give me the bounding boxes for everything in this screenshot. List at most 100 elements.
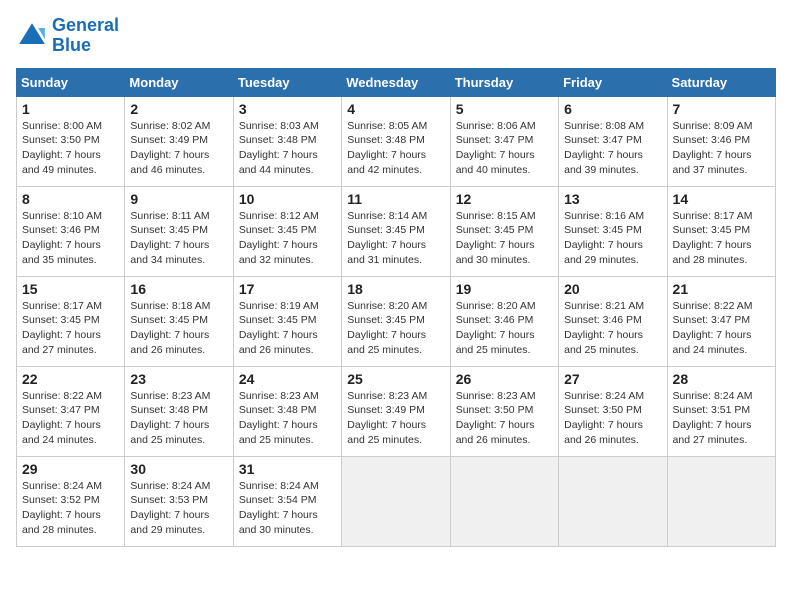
day-info: Sunrise: 8:09 AM Sunset: 3:46 PM Dayligh… <box>673 119 770 178</box>
calendar-header-row: SundayMondayTuesdayWednesdayThursdayFrid… <box>17 68 776 96</box>
day-number: 12 <box>456 191 553 207</box>
calendar-day-cell: 13 Sunrise: 8:16 AM Sunset: 3:45 PM Dayl… <box>559 186 667 276</box>
day-number: 3 <box>239 101 336 117</box>
day-number: 16 <box>130 281 227 297</box>
logo-icon <box>16 20 48 52</box>
day-info: Sunrise: 8:24 AM Sunset: 3:51 PM Dayligh… <box>673 389 770 448</box>
day-number: 9 <box>130 191 227 207</box>
day-info: Sunrise: 8:19 AM Sunset: 3:45 PM Dayligh… <box>239 299 336 358</box>
calendar-week-row: 22 Sunrise: 8:22 AM Sunset: 3:47 PM Dayl… <box>17 366 776 456</box>
calendar-day-cell: 7 Sunrise: 8:09 AM Sunset: 3:46 PM Dayli… <box>667 96 775 186</box>
day-number: 4 <box>347 101 444 117</box>
day-info: Sunrise: 8:21 AM Sunset: 3:46 PM Dayligh… <box>564 299 661 358</box>
calendar-day-cell <box>342 456 450 546</box>
day-number: 11 <box>347 191 444 207</box>
calendar-table: SundayMondayTuesdayWednesdayThursdayFrid… <box>16 68 776 547</box>
calendar-day-cell: 5 Sunrise: 8:06 AM Sunset: 3:47 PM Dayli… <box>450 96 558 186</box>
day-info: Sunrise: 8:10 AM Sunset: 3:46 PM Dayligh… <box>22 209 119 268</box>
day-number: 15 <box>22 281 119 297</box>
day-of-week-header: Friday <box>559 68 667 96</box>
day-number: 28 <box>673 371 770 387</box>
calendar-day-cell: 17 Sunrise: 8:19 AM Sunset: 3:45 PM Dayl… <box>233 276 341 366</box>
calendar-day-cell: 16 Sunrise: 8:18 AM Sunset: 3:45 PM Dayl… <box>125 276 233 366</box>
day-number: 22 <box>22 371 119 387</box>
day-number: 5 <box>456 101 553 117</box>
day-info: Sunrise: 8:03 AM Sunset: 3:48 PM Dayligh… <box>239 119 336 178</box>
calendar-day-cell: 19 Sunrise: 8:20 AM Sunset: 3:46 PM Dayl… <box>450 276 558 366</box>
day-number: 27 <box>564 371 661 387</box>
day-number: 2 <box>130 101 227 117</box>
calendar-day-cell: 29 Sunrise: 8:24 AM Sunset: 3:52 PM Dayl… <box>17 456 125 546</box>
calendar-day-cell <box>450 456 558 546</box>
calendar-day-cell: 23 Sunrise: 8:23 AM Sunset: 3:48 PM Dayl… <box>125 366 233 456</box>
calendar-day-cell: 10 Sunrise: 8:12 AM Sunset: 3:45 PM Dayl… <box>233 186 341 276</box>
calendar-day-cell: 6 Sunrise: 8:08 AM Sunset: 3:47 PM Dayli… <box>559 96 667 186</box>
day-info: Sunrise: 8:05 AM Sunset: 3:48 PM Dayligh… <box>347 119 444 178</box>
day-info: Sunrise: 8:12 AM Sunset: 3:45 PM Dayligh… <box>239 209 336 268</box>
day-number: 10 <box>239 191 336 207</box>
day-info: Sunrise: 8:23 AM Sunset: 3:48 PM Dayligh… <box>130 389 227 448</box>
calendar-day-cell: 26 Sunrise: 8:23 AM Sunset: 3:50 PM Dayl… <box>450 366 558 456</box>
day-number: 23 <box>130 371 227 387</box>
calendar-day-cell: 31 Sunrise: 8:24 AM Sunset: 3:54 PM Dayl… <box>233 456 341 546</box>
day-number: 19 <box>456 281 553 297</box>
day-info: Sunrise: 8:00 AM Sunset: 3:50 PM Dayligh… <box>22 119 119 178</box>
calendar-day-cell: 22 Sunrise: 8:22 AM Sunset: 3:47 PM Dayl… <box>17 366 125 456</box>
day-info: Sunrise: 8:24 AM Sunset: 3:50 PM Dayligh… <box>564 389 661 448</box>
calendar-day-cell <box>559 456 667 546</box>
day-info: Sunrise: 8:15 AM Sunset: 3:45 PM Dayligh… <box>456 209 553 268</box>
calendar-day-cell: 28 Sunrise: 8:24 AM Sunset: 3:51 PM Dayl… <box>667 366 775 456</box>
day-number: 14 <box>673 191 770 207</box>
day-number: 21 <box>673 281 770 297</box>
day-number: 8 <box>22 191 119 207</box>
calendar-day-cell: 9 Sunrise: 8:11 AM Sunset: 3:45 PM Dayli… <box>125 186 233 276</box>
day-number: 20 <box>564 281 661 297</box>
calendar-day-cell: 30 Sunrise: 8:24 AM Sunset: 3:53 PM Dayl… <box>125 456 233 546</box>
calendar-day-cell: 2 Sunrise: 8:02 AM Sunset: 3:49 PM Dayli… <box>125 96 233 186</box>
day-of-week-header: Sunday <box>17 68 125 96</box>
calendar-day-cell: 4 Sunrise: 8:05 AM Sunset: 3:48 PM Dayli… <box>342 96 450 186</box>
calendar-day-cell: 27 Sunrise: 8:24 AM Sunset: 3:50 PM Dayl… <box>559 366 667 456</box>
day-number: 29 <box>22 461 119 477</box>
day-number: 18 <box>347 281 444 297</box>
day-info: Sunrise: 8:23 AM Sunset: 3:49 PM Dayligh… <box>347 389 444 448</box>
calendar-week-row: 1 Sunrise: 8:00 AM Sunset: 3:50 PM Dayli… <box>17 96 776 186</box>
day-number: 7 <box>673 101 770 117</box>
page-header: General Blue <box>16 16 776 56</box>
day-info: Sunrise: 8:23 AM Sunset: 3:50 PM Dayligh… <box>456 389 553 448</box>
calendar-day-cell: 8 Sunrise: 8:10 AM Sunset: 3:46 PM Dayli… <box>17 186 125 276</box>
day-info: Sunrise: 8:23 AM Sunset: 3:48 PM Dayligh… <box>239 389 336 448</box>
day-number: 13 <box>564 191 661 207</box>
day-info: Sunrise: 8:18 AM Sunset: 3:45 PM Dayligh… <box>130 299 227 358</box>
day-info: Sunrise: 8:24 AM Sunset: 3:52 PM Dayligh… <box>22 479 119 538</box>
calendar-day-cell: 1 Sunrise: 8:00 AM Sunset: 3:50 PM Dayli… <box>17 96 125 186</box>
day-info: Sunrise: 8:08 AM Sunset: 3:47 PM Dayligh… <box>564 119 661 178</box>
day-of-week-header: Thursday <box>450 68 558 96</box>
calendar-day-cell: 24 Sunrise: 8:23 AM Sunset: 3:48 PM Dayl… <box>233 366 341 456</box>
day-of-week-header: Saturday <box>667 68 775 96</box>
day-number: 25 <box>347 371 444 387</box>
calendar-week-row: 15 Sunrise: 8:17 AM Sunset: 3:45 PM Dayl… <box>17 276 776 366</box>
calendar-week-row: 29 Sunrise: 8:24 AM Sunset: 3:52 PM Dayl… <box>17 456 776 546</box>
day-of-week-header: Wednesday <box>342 68 450 96</box>
day-number: 26 <box>456 371 553 387</box>
day-info: Sunrise: 8:17 AM Sunset: 3:45 PM Dayligh… <box>673 209 770 268</box>
calendar-day-cell: 18 Sunrise: 8:20 AM Sunset: 3:45 PM Dayl… <box>342 276 450 366</box>
day-info: Sunrise: 8:24 AM Sunset: 3:53 PM Dayligh… <box>130 479 227 538</box>
day-info: Sunrise: 8:20 AM Sunset: 3:45 PM Dayligh… <box>347 299 444 358</box>
calendar-day-cell: 14 Sunrise: 8:17 AM Sunset: 3:45 PM Dayl… <box>667 186 775 276</box>
day-info: Sunrise: 8:22 AM Sunset: 3:47 PM Dayligh… <box>673 299 770 358</box>
day-info: Sunrise: 8:17 AM Sunset: 3:45 PM Dayligh… <box>22 299 119 358</box>
day-number: 17 <box>239 281 336 297</box>
calendar-day-cell: 20 Sunrise: 8:21 AM Sunset: 3:46 PM Dayl… <box>559 276 667 366</box>
logo-text: General Blue <box>52 16 119 56</box>
day-of-week-header: Tuesday <box>233 68 341 96</box>
day-info: Sunrise: 8:16 AM Sunset: 3:45 PM Dayligh… <box>564 209 661 268</box>
day-info: Sunrise: 8:24 AM Sunset: 3:54 PM Dayligh… <box>239 479 336 538</box>
day-number: 24 <box>239 371 336 387</box>
calendar-week-row: 8 Sunrise: 8:10 AM Sunset: 3:46 PM Dayli… <box>17 186 776 276</box>
day-of-week-header: Monday <box>125 68 233 96</box>
day-info: Sunrise: 8:14 AM Sunset: 3:45 PM Dayligh… <box>347 209 444 268</box>
day-info: Sunrise: 8:22 AM Sunset: 3:47 PM Dayligh… <box>22 389 119 448</box>
day-info: Sunrise: 8:11 AM Sunset: 3:45 PM Dayligh… <box>130 209 227 268</box>
